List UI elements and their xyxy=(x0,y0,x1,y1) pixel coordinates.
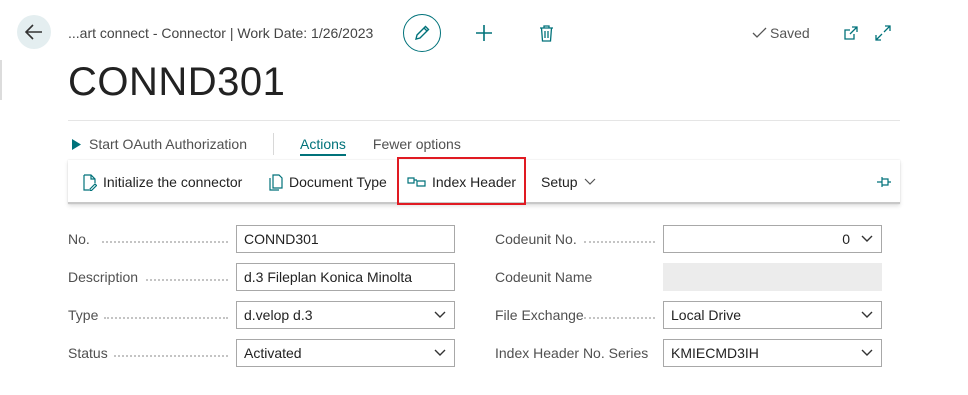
delete-button[interactable] xyxy=(537,23,555,43)
edit-button[interactable] xyxy=(403,14,441,52)
type-label: Type xyxy=(68,307,99,323)
dotted-leader xyxy=(584,317,655,319)
index-header-icon xyxy=(407,177,426,187)
edit-pencil-icon xyxy=(415,25,430,40)
codeunit-no-label: Codeunit No. xyxy=(495,231,577,247)
file-exchange-select[interactable]: Local Drive xyxy=(663,301,882,329)
dotted-leader xyxy=(584,241,655,243)
open-in-new-icon xyxy=(844,26,858,40)
chevron-down-icon xyxy=(434,311,446,318)
index-header-no-series-select[interactable]: KMIECMD3IH xyxy=(663,339,882,367)
document-edit-icon xyxy=(83,173,97,191)
back-button[interactable] xyxy=(17,15,51,49)
status-value: Activated xyxy=(244,345,302,361)
start-oauth-button[interactable]: Start OAuth Authorization xyxy=(72,136,247,152)
dotted-leader xyxy=(146,279,228,281)
setup-label: Setup xyxy=(541,174,578,190)
setup-menu-button[interactable]: Setup xyxy=(541,160,596,204)
status-label: Status xyxy=(68,345,108,361)
action-ribbon: Initialize the connector Document Type I… xyxy=(68,160,900,204)
description-value: d.3 Fileplan Konica Minolta xyxy=(244,269,413,285)
index-header-no-series-label: Index Header No. Series xyxy=(495,345,649,361)
checkmark-icon xyxy=(752,27,767,38)
index-header-no-series-value: KMIECMD3IH xyxy=(671,345,759,361)
dotted-leader xyxy=(102,241,228,243)
action-bar: Start OAuth Authorization Actions Fewer … xyxy=(72,132,461,156)
codeunit-name-label: Codeunit Name xyxy=(495,269,593,285)
no-label: No. xyxy=(68,231,90,247)
saved-status: Saved xyxy=(752,25,810,41)
file-exchange-label: File Exchange xyxy=(495,307,584,323)
index-header-label: Index Header xyxy=(432,174,517,190)
initialize-connector-label: Initialize the connector xyxy=(103,174,243,190)
breadcrumb: ...art connect - Connector | Work Date: … xyxy=(68,25,374,41)
chevron-down-icon xyxy=(861,311,873,318)
status-select[interactable]: Activated xyxy=(236,339,455,367)
codeunit-name-field xyxy=(663,263,882,291)
divider xyxy=(272,133,274,155)
no-field[interactable]: CONND301 xyxy=(236,225,455,253)
saved-label: Saved xyxy=(770,25,810,41)
type-select[interactable]: d.velop d.3 xyxy=(236,301,455,329)
expand-icon xyxy=(875,25,891,41)
start-oauth-label: Start OAuth Authorization xyxy=(89,136,247,152)
codeunit-no-value: 0 xyxy=(842,231,850,247)
codeunit-no-select[interactable]: 0 xyxy=(663,225,882,253)
fewer-options-button[interactable]: Fewer options xyxy=(373,136,461,152)
divider xyxy=(68,120,900,121)
document-type-button[interactable]: Document Type xyxy=(269,160,387,204)
dotted-leader xyxy=(104,317,228,319)
expand-button[interactable] xyxy=(874,24,892,42)
new-button[interactable] xyxy=(474,23,494,43)
chevron-down-icon xyxy=(861,235,873,242)
file-exchange-value: Local Drive xyxy=(671,307,742,323)
chevron-down-icon xyxy=(584,178,596,185)
page-title: CONND301 xyxy=(68,60,286,104)
document-type-label: Document Type xyxy=(289,174,387,190)
play-icon xyxy=(72,138,81,150)
pin-button[interactable] xyxy=(876,160,892,204)
description-field[interactable]: d.3 Fileplan Konica Minolta xyxy=(236,263,455,291)
trash-icon xyxy=(539,24,553,42)
index-header-button[interactable]: Index Header xyxy=(407,160,516,204)
back-arrow-icon xyxy=(25,24,42,40)
description-label: Description xyxy=(68,269,139,285)
plus-icon xyxy=(476,25,492,41)
pin-icon xyxy=(877,177,891,187)
tab-actions[interactable]: Actions xyxy=(299,136,346,156)
initialize-connector-button[interactable]: Initialize the connector xyxy=(82,160,242,204)
chevron-down-icon xyxy=(434,349,446,356)
window-edge xyxy=(0,60,2,100)
document-icon xyxy=(269,173,283,191)
open-new-window-button[interactable] xyxy=(842,24,860,42)
chevron-down-icon xyxy=(861,349,873,356)
no-value: CONND301 xyxy=(244,231,319,247)
dotted-leader xyxy=(114,355,228,357)
type-value: d.velop d.3 xyxy=(244,307,313,323)
